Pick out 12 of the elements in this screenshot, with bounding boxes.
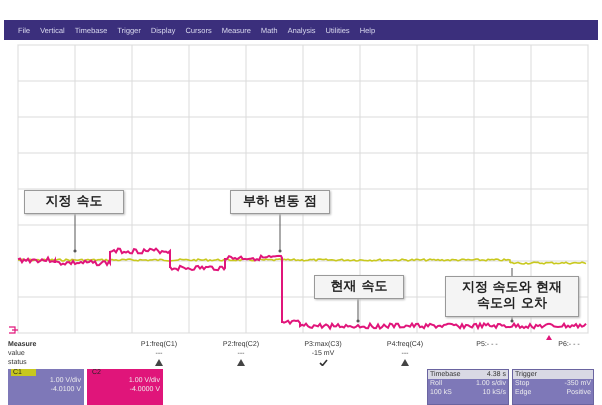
warning-icon bbox=[155, 359, 163, 366]
warning-icon bbox=[237, 359, 245, 366]
check-icon bbox=[318, 359, 328, 366]
leader-line bbox=[356, 298, 360, 322]
warning-icon bbox=[401, 359, 409, 366]
callout-label: 지정 속도와 현재 속도의 오차 bbox=[445, 276, 579, 316]
leader-line bbox=[278, 212, 282, 252]
callout-label: 현재 속도 bbox=[314, 275, 404, 300]
ground-marker-icon bbox=[8, 326, 19, 334]
callout-label: 지정 속도 bbox=[24, 190, 124, 214]
leader-line bbox=[74, 212, 76, 252]
callout-label: 부하 변동 점 bbox=[230, 190, 330, 214]
